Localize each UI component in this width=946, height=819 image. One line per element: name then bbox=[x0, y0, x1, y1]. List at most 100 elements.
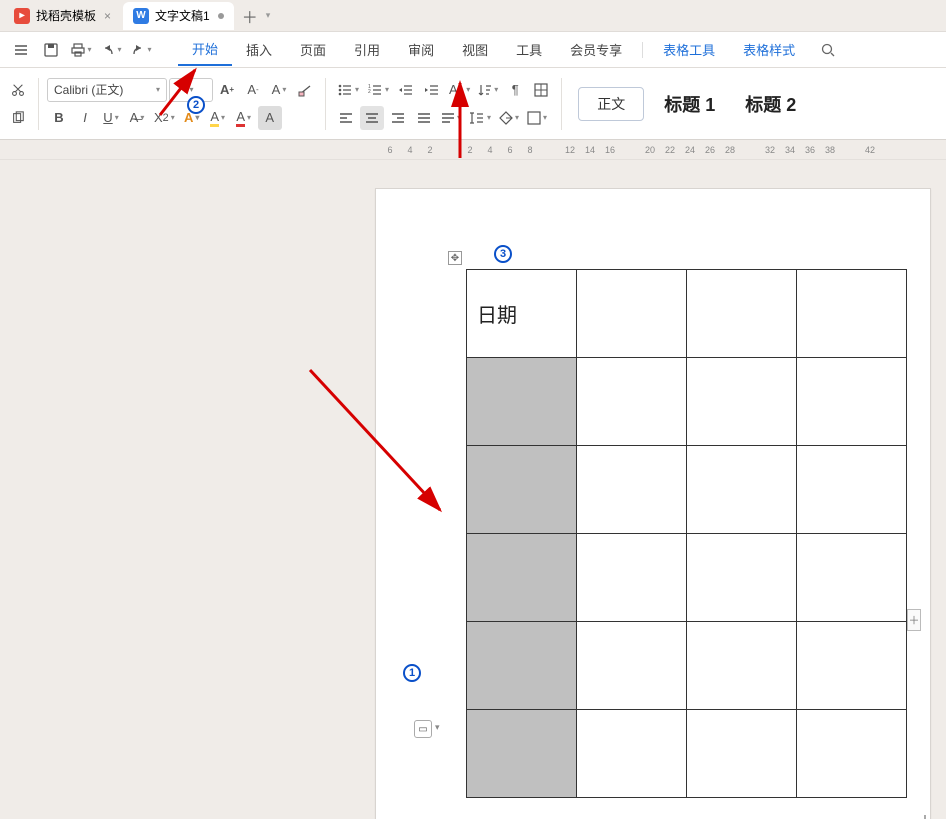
sort-button[interactable]: ▾ bbox=[475, 78, 501, 102]
numbered-list-button[interactable]: 12▾ bbox=[364, 78, 392, 102]
section-button[interactable]: ▭ bbox=[414, 720, 432, 738]
align-center-button[interactable] bbox=[360, 106, 384, 130]
table-cell[interactable] bbox=[687, 446, 797, 534]
font-family-value: Calibri (正文) bbox=[54, 81, 123, 98]
style-heading2[interactable]: 标题 2 bbox=[735, 87, 806, 121]
ruler-tick: 2 bbox=[460, 145, 480, 155]
print-button[interactable]: ▾ bbox=[68, 37, 94, 63]
table-cell[interactable] bbox=[577, 358, 687, 446]
borders-button[interactable] bbox=[529, 78, 553, 102]
table-cell[interactable] bbox=[797, 446, 907, 534]
table-cell[interactable] bbox=[687, 358, 797, 446]
align-right-button[interactable] bbox=[386, 106, 410, 130]
table-insert-button[interactable]: ▾ bbox=[524, 106, 550, 130]
menu-table-style[interactable]: 表格样式 bbox=[729, 34, 809, 65]
strikethrough-button[interactable]: A̶▾ bbox=[125, 106, 149, 130]
table-move-handle[interactable]: ✥ bbox=[448, 251, 462, 265]
new-tab-caret-icon[interactable]: ▾ bbox=[266, 10, 271, 21]
table-cell[interactable] bbox=[797, 358, 907, 446]
grow-font-button[interactable]: A+ bbox=[215, 78, 239, 102]
save-button[interactable] bbox=[38, 37, 64, 63]
menu-member[interactable]: 会员专享 bbox=[556, 34, 636, 65]
ruler-tick: 20 bbox=[640, 145, 660, 155]
highlight-button[interactable]: A▾ bbox=[206, 106, 230, 130]
resize-handle[interactable] bbox=[914, 811, 926, 819]
table-cell[interactable] bbox=[577, 270, 687, 358]
table-cell[interactable] bbox=[687, 622, 797, 710]
underline-button[interactable]: U▾ bbox=[99, 106, 123, 130]
redo-button[interactable]: ▾ bbox=[128, 37, 154, 63]
undo-button[interactable]: ▾ bbox=[98, 37, 124, 63]
bold-button[interactable]: B bbox=[47, 106, 71, 130]
distribute-button[interactable]: ▾ bbox=[438, 106, 464, 130]
copy-button[interactable] bbox=[6, 106, 30, 130]
cut-button[interactable] bbox=[6, 78, 30, 102]
superscript-button[interactable]: X2▾ bbox=[151, 106, 178, 130]
ruler-tick: 34 bbox=[780, 145, 800, 155]
font-family-select[interactable]: Calibri (正文) ▾ bbox=[47, 78, 167, 102]
bullet-list-button[interactable]: ▾ bbox=[334, 78, 362, 102]
table-cell-header[interactable]: 日期 bbox=[467, 270, 577, 358]
menu-table-tools[interactable]: 表格工具 bbox=[649, 34, 729, 65]
table-cell[interactable] bbox=[687, 710, 797, 798]
new-tab-button[interactable]: ＋ bbox=[236, 2, 264, 30]
horizontal-ruler[interactable]: 642246812141620222426283234363842 bbox=[0, 140, 946, 160]
table-cell[interactable] bbox=[577, 446, 687, 534]
menu-reference[interactable]: 引用 bbox=[340, 34, 394, 65]
ruler-tick: 26 bbox=[700, 145, 720, 155]
ruler-tick: 38 bbox=[820, 145, 840, 155]
menu-start[interactable]: 开始 bbox=[178, 33, 232, 66]
menu-insert[interactable]: 插入 bbox=[232, 34, 286, 65]
tab-label: 文字文稿1 bbox=[155, 7, 210, 24]
menu-review[interactable]: 审阅 bbox=[394, 34, 448, 65]
table-cell[interactable] bbox=[577, 622, 687, 710]
menu-view[interactable]: 视图 bbox=[448, 34, 502, 65]
table-cell[interactable] bbox=[577, 534, 687, 622]
chevron-down-icon: ▾ bbox=[156, 85, 160, 94]
text-effects-button[interactable]: A▾ bbox=[180, 106, 204, 130]
increase-indent-button[interactable] bbox=[420, 78, 444, 102]
search-icon[interactable] bbox=[815, 37, 841, 63]
ruler-tick: 32 bbox=[760, 145, 780, 155]
table-cell[interactable] bbox=[467, 534, 577, 622]
font-size-select[interactable]: ▾ bbox=[169, 78, 213, 102]
align-left-button[interactable] bbox=[334, 106, 358, 130]
italic-button[interactable]: I bbox=[73, 106, 97, 130]
table-cell[interactable] bbox=[467, 710, 577, 798]
table-cell[interactable] bbox=[687, 534, 797, 622]
menu-button[interactable] bbox=[8, 37, 34, 63]
menu-page[interactable]: 页面 bbox=[286, 34, 340, 65]
table-cell[interactable] bbox=[797, 622, 907, 710]
table-cell[interactable] bbox=[797, 534, 907, 622]
shrink-font-button[interactable]: A- bbox=[241, 78, 265, 102]
tab-document[interactable]: W 文字文稿1 bbox=[123, 2, 234, 30]
show-marks-button[interactable]: ¶ bbox=[503, 78, 527, 102]
table-cell[interactable] bbox=[467, 622, 577, 710]
close-icon[interactable]: × bbox=[104, 9, 111, 23]
line-spacing-button[interactable]: ▾ bbox=[466, 106, 494, 130]
table-cell[interactable] bbox=[797, 270, 907, 358]
font-color-button[interactable]: A▾ bbox=[232, 106, 256, 130]
table-cell[interactable] bbox=[687, 270, 797, 358]
ruler-tick: 12 bbox=[560, 145, 580, 155]
text-direction-button[interactable]: A↕▾ bbox=[446, 78, 473, 102]
style-normal[interactable]: 正文 bbox=[578, 87, 644, 121]
style-gallery: 正文 标题 1 标题 2 bbox=[578, 87, 806, 121]
menu-tools[interactable]: 工具 bbox=[502, 34, 556, 65]
tab-templates[interactable]: ▸ 找稻壳模板 × bbox=[4, 2, 121, 30]
clear-formatting-button[interactable] bbox=[293, 78, 317, 102]
svg-text:2: 2 bbox=[368, 89, 371, 95]
document-table[interactable]: 日期 bbox=[466, 269, 907, 798]
table-cell[interactable] bbox=[797, 710, 907, 798]
align-justify-button[interactable] bbox=[412, 106, 436, 130]
decrease-indent-button[interactable] bbox=[394, 78, 418, 102]
shading-button[interactable]: ▾ bbox=[496, 106, 522, 130]
add-column-button[interactable]: ＋ bbox=[907, 609, 921, 631]
table-cell[interactable] bbox=[467, 446, 577, 534]
style-heading1[interactable]: 标题 1 bbox=[654, 87, 725, 121]
char-shading-button[interactable]: A bbox=[258, 106, 282, 130]
change-case-button[interactable]: A▾ bbox=[267, 78, 291, 102]
ruler-tick: 4 bbox=[480, 145, 500, 155]
table-cell[interactable] bbox=[577, 710, 687, 798]
table-cell[interactable] bbox=[467, 358, 577, 446]
